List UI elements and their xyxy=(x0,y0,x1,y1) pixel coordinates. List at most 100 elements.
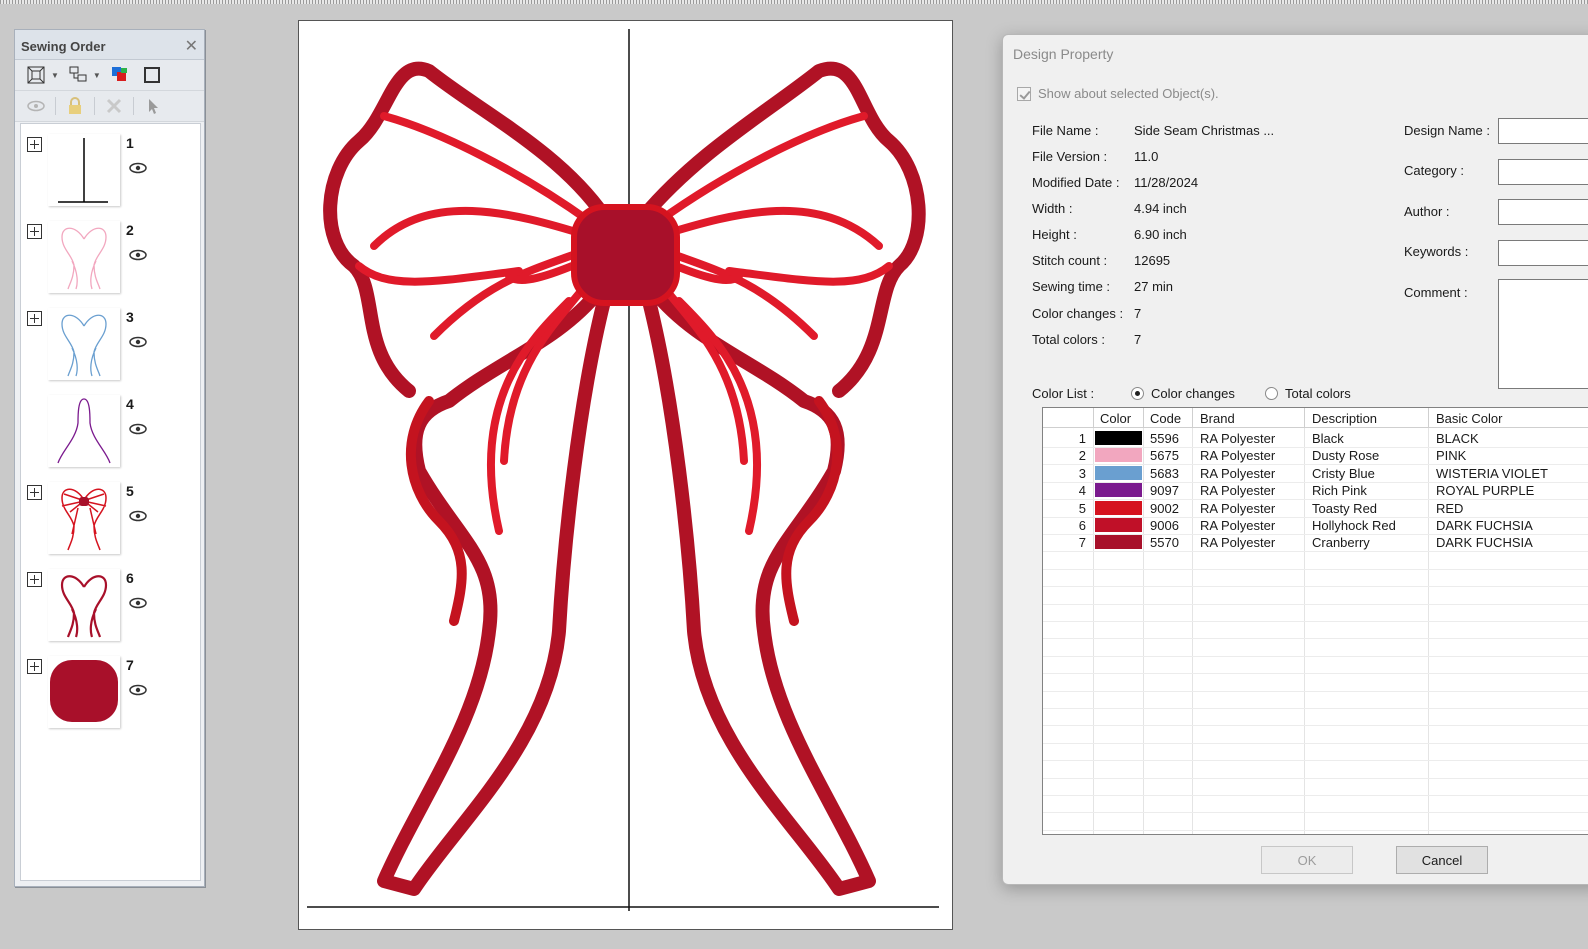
grid-line xyxy=(1043,795,1588,796)
frame-icon[interactable] xyxy=(139,63,165,87)
total-colors-radio[interactable] xyxy=(1265,387,1278,400)
design-canvas[interactable] xyxy=(298,20,953,930)
table-row[interactable]: 3 5683 RA Polyester Cristy Blue WISTERIA VIO… xyxy=(1043,465,1588,482)
table-row[interactable]: 6 9006 RA Polyester Hollyhock Red DARK FUCHS… xyxy=(1043,517,1588,534)
author-label: Author : xyxy=(1404,204,1450,219)
code-cell: 5675 xyxy=(1150,448,1179,464)
color-swatch xyxy=(1095,465,1142,480)
comment-field[interactable] xyxy=(1498,279,1588,389)
eye-icon[interactable] xyxy=(128,597,148,612)
expand-icon[interactable] xyxy=(27,137,42,152)
expand-icon[interactable] xyxy=(27,659,42,674)
table-row[interactable]: 2 5675 RA Polyester Dusty Rose PINK xyxy=(1043,447,1588,464)
close-icon[interactable]: ✕ xyxy=(185,36,198,56)
show-selected-checkbox[interactable] xyxy=(1017,86,1031,101)
eye-icon[interactable] xyxy=(23,94,49,118)
prop-label: File Name : xyxy=(1032,123,1099,138)
color-swatch xyxy=(1095,535,1142,550)
color-list-table[interactable]: Color Code Brand Description Basic Color… xyxy=(1042,407,1588,835)
row-index: 4 xyxy=(1078,483,1086,499)
expand-icon[interactable] xyxy=(27,485,42,500)
list-item[interactable]: 6 xyxy=(21,567,200,647)
brand-cell: RA Polyester xyxy=(1200,500,1276,516)
expand-icon[interactable] xyxy=(27,224,42,239)
design-name-label: Design Name : xyxy=(1404,123,1490,138)
show-selected-label: Show about selected Object(s). xyxy=(1038,86,1219,101)
grid-line xyxy=(1043,690,1588,692)
total-colors-radio-row[interactable]: Total colors xyxy=(1265,386,1351,401)
grid-line xyxy=(1043,673,1588,675)
cranberry-fill-thumb xyxy=(48,656,120,728)
basic-color-cell: DARK FUCHSIA xyxy=(1436,518,1533,533)
list-item[interactable]: 2 xyxy=(21,219,200,299)
panel-title-bar: Sewing Order ✕ xyxy=(15,30,204,60)
table-row[interactable]: 1 5596 RA Polyester Black BLACK xyxy=(1043,430,1588,447)
column-header-description[interactable]: Description xyxy=(1312,411,1377,426)
ok-button[interactable]: OK xyxy=(1261,846,1353,874)
chevron-down-icon[interactable]: ▼ xyxy=(93,71,101,80)
toolbar-divider xyxy=(55,97,56,115)
row-index: 2 xyxy=(1078,448,1086,464)
design-name-field[interactable] xyxy=(1498,118,1588,144)
toolbar-divider xyxy=(133,97,134,115)
column-header-basic-color[interactable]: Basic Color xyxy=(1436,411,1502,426)
grid-line xyxy=(1043,464,1588,466)
table-row[interactable]: 7 5570 RA Polyester Cranberry DARK FUCHSIA xyxy=(1043,534,1588,551)
color-swatch xyxy=(1095,500,1142,515)
total-colors-radio-label: Total colors xyxy=(1285,386,1351,401)
column-header-color[interactable]: Color xyxy=(1100,411,1131,426)
color-swatch xyxy=(1095,483,1142,498)
hierarchy-icon[interactable] xyxy=(65,63,91,87)
eye-icon[interactable] xyxy=(128,162,148,177)
delete-icon[interactable] xyxy=(101,94,127,118)
grid-line xyxy=(1043,603,1588,605)
color-changes-radio-row[interactable]: Color changes xyxy=(1131,386,1235,401)
file-name-value: Side Seam Christmas ... xyxy=(1134,123,1275,138)
eye-icon[interactable] xyxy=(128,336,148,351)
code-cell: 9097 xyxy=(1150,483,1179,499)
table-row[interactable]: 5 9002 RA Polyester Toasty Red RED xyxy=(1043,500,1588,517)
basic-color-cell: ROYAL PURPLE xyxy=(1436,483,1535,499)
pointer-icon[interactable] xyxy=(140,94,166,118)
pink-outline-thumb xyxy=(48,221,120,293)
list-item[interactable]: 3 xyxy=(21,306,200,386)
basic-color-cell: BLACK xyxy=(1436,431,1479,446)
color-changes-radio[interactable] xyxy=(1131,387,1144,400)
expand-icon[interactable] xyxy=(27,311,42,326)
color-sort-icon[interactable] xyxy=(107,63,133,87)
dark-red-outline-thumb xyxy=(48,569,120,641)
expand-icon[interactable] xyxy=(27,572,42,587)
eye-icon[interactable] xyxy=(128,423,148,438)
grid-line xyxy=(1043,534,1588,535)
eye-icon[interactable] xyxy=(128,684,148,699)
lock-icon[interactable] xyxy=(62,94,88,118)
group-select-icon[interactable] xyxy=(23,63,49,87)
height-value: 6.90 inch xyxy=(1134,227,1187,242)
eye-icon[interactable] xyxy=(128,510,148,525)
width-value: 4.94 inch xyxy=(1134,201,1187,216)
column-header-brand[interactable]: Brand xyxy=(1200,411,1235,426)
list-item[interactable]: 1 xyxy=(21,132,200,212)
list-item[interactable]: 5 xyxy=(21,480,200,560)
author-field[interactable] xyxy=(1498,199,1588,225)
grid-line xyxy=(1043,499,1588,501)
basic-color-cell: DARK FUCHSIA xyxy=(1436,535,1533,551)
row-index: 7 xyxy=(1078,535,1086,551)
column-header-code[interactable]: Code xyxy=(1150,411,1181,426)
chevron-down-icon[interactable]: ▼ xyxy=(51,71,59,80)
prop-label: Height : xyxy=(1032,227,1077,242)
list-item[interactable]: 7 xyxy=(21,654,200,734)
cancel-button[interactable]: Cancel xyxy=(1396,846,1488,874)
description-cell: Cranberry xyxy=(1312,535,1370,551)
table-row[interactable]: 4 9097 RA Polyester Rich Pink ROYAL PURPLE xyxy=(1043,482,1588,499)
eye-icon[interactable] xyxy=(128,249,148,264)
panel-toolbar-1: ▼ ▼ xyxy=(15,60,204,91)
grid-line xyxy=(1043,725,1588,727)
color-swatch xyxy=(1095,448,1142,463)
grid-line xyxy=(1043,586,1588,588)
category-field[interactable] xyxy=(1498,159,1588,185)
keywords-field[interactable] xyxy=(1498,240,1588,266)
code-cell: 5596 xyxy=(1150,431,1179,446)
show-selected-checkbox-row[interactable]: Show about selected Object(s). xyxy=(1017,86,1219,101)
list-item[interactable]: 4 xyxy=(21,393,200,473)
